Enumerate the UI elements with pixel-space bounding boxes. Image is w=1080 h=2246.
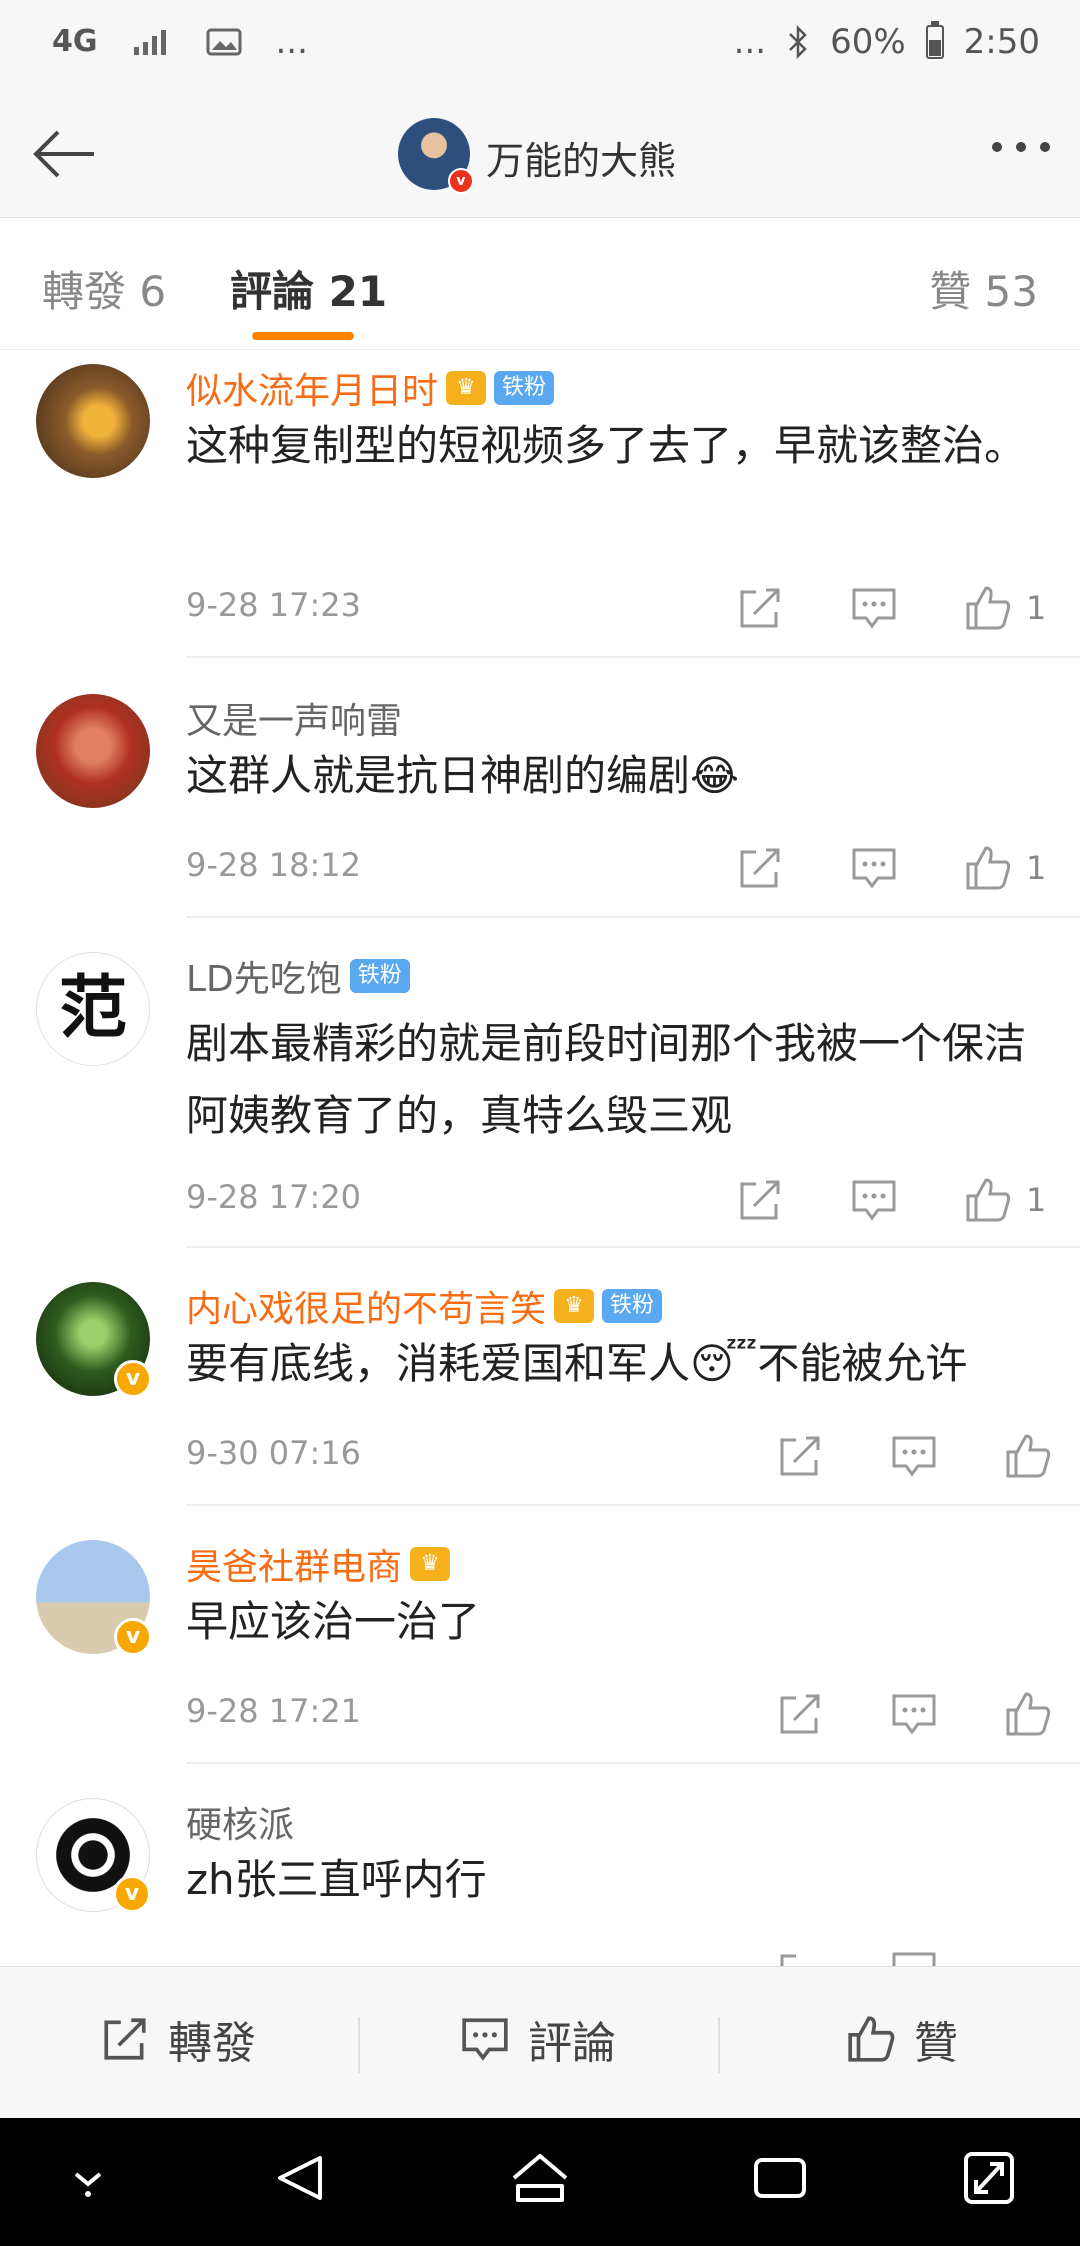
image-icon <box>206 28 241 56</box>
commenter-name[interactable]: 昊爸社群电商 <box>186 1538 402 1590</box>
like-count: 1 <box>1026 849 1047 887</box>
comment-time: 9-30 07:16 <box>186 1434 362 1472</box>
comment-text: 早应该治一治了 <box>186 1597 481 1646</box>
like-icon[interactable] <box>1004 1432 1052 1480</box>
like-count: 1 <box>1026 589 1047 627</box>
hide-keyboard-icon[interactable] <box>64 2148 112 2208</box>
repost-icon[interactable] <box>736 844 784 892</box>
comment-divider <box>186 1246 1080 1248</box>
crown-icon: ♛ <box>446 371 487 405</box>
commenter-avatar[interactable] <box>36 694 150 808</box>
repost-icon[interactable] <box>736 1176 784 1224</box>
like-button[interactable]: 贊 <box>846 2007 958 2071</box>
like-icon[interactable] <box>1004 1690 1052 1738</box>
repost-icon[interactable] <box>776 1432 824 1480</box>
comment-time: 9-28 17:20 <box>186 1178 362 1216</box>
like-icon[interactable] <box>964 844 1012 892</box>
status-overflow: ... <box>275 22 308 62</box>
like-label: 贊 <box>914 2018 958 2069</box>
more-options-icon[interactable] <box>992 142 1050 152</box>
author-avatar[interactable]: v <box>398 118 474 194</box>
like-icon[interactable] <box>964 1176 1012 1224</box>
bottom-action-bar: 轉發 評論 贊 <box>0 1966 1080 2118</box>
detail-tabs: 轉發 6 評論 21 贊 53 <box>0 218 1080 350</box>
repost-icon <box>104 2018 146 2060</box>
tab-likes[interactable]: 贊 53 <box>929 258 1038 319</box>
comment-time: 9-28 18:12 <box>186 846 362 884</box>
battery-icon <box>925 21 944 59</box>
commenter-name[interactable]: LD先吃饱 <box>186 950 342 1002</box>
back-nav-icon[interactable] <box>272 2148 328 2208</box>
like-icon <box>848 2016 895 2062</box>
status-bar: 4G ... ... 60% 2:50 <box>0 0 1080 90</box>
like-count: 1 <box>1026 1181 1047 1219</box>
commenter-name[interactable]: 似水流年月日时 <box>186 362 438 414</box>
comment-icon[interactable] <box>850 584 898 632</box>
commenter-avatar[interactable]: v <box>36 1282 152 1398</box>
comment-text: 要有底线，消耗爱国和军人😴不能被允许 <box>186 1339 968 1388</box>
verified-badge: v <box>448 168 474 194</box>
recents-nav-icon[interactable] <box>750 2148 810 2208</box>
verified-badge-icon: v <box>114 1360 152 1398</box>
comment-item: v 硬核派 zh张三直呼内行 <box>0 1762 1080 1966</box>
avatar-glyph: 范 <box>58 969 127 1048</box>
comment-label: 評論 <box>528 2018 616 2069</box>
commenter-avatar[interactable]: v <box>36 1798 151 1913</box>
comment-icon[interactable] <box>850 1176 898 1224</box>
fan-badge: 铁粉 <box>349 959 410 993</box>
network-indicator: 4G <box>52 24 98 59</box>
comment-text: 这种复制型的短视频多了去了，早就该整治。 <box>186 421 1027 470</box>
fan-badge: 铁粉 <box>494 371 555 405</box>
comment-icon[interactable] <box>890 1690 938 1738</box>
repost-button[interactable]: 轉發 <box>100 2007 256 2071</box>
repost-icon[interactable] <box>736 584 784 632</box>
top-nav-bar: v 万能的大熊 <box>0 90 1080 218</box>
bottom-bar-separator <box>358 2017 360 2073</box>
verified-badge-icon: v <box>114 1618 152 1656</box>
comment-divider <box>186 916 1080 918</box>
like-icon[interactable] <box>1004 1948 1052 1966</box>
repost-icon[interactable] <box>776 1948 824 1966</box>
comment-divider <box>186 656 1080 658</box>
crown-icon: ♛ <box>554 1289 595 1323</box>
expand-icon[interactable] <box>962 2148 1016 2208</box>
commenter-avatar[interactable]: 范 <box>36 952 150 1066</box>
commenter-name[interactable]: 内心戏很足的不苟言笑 <box>186 1280 546 1332</box>
repost-label: 轉發 <box>168 2018 256 2069</box>
comment-icon[interactable] <box>890 1432 938 1480</box>
repost-icon[interactable] <box>776 1690 824 1738</box>
fan-badge: 铁粉 <box>602 1289 663 1323</box>
signal-icon <box>133 30 166 55</box>
commenter-avatar[interactable] <box>36 364 150 478</box>
active-tab-indicator <box>252 332 354 340</box>
comment-button[interactable]: 評論 <box>460 2007 616 2071</box>
comment-icon[interactable] <box>890 1948 938 1966</box>
battery-percent: 60% <box>830 22 906 62</box>
bluetooth-icon <box>789 25 807 59</box>
comment-time: 9-28 17:21 <box>186 1692 362 1730</box>
comment-icon[interactable] <box>850 844 898 892</box>
comment-divider <box>186 1504 1080 1506</box>
clock: 2:50 <box>963 22 1040 62</box>
comment-text: 剧本最精彩的就是前段时间那个我被一个保洁阿姨教育了的，真特么毁三观 <box>186 1019 1027 1140</box>
comment-text: 这群人就是抗日神剧的编剧😂 <box>186 751 740 800</box>
comment-icon <box>462 2018 508 2061</box>
commenter-name[interactable]: 又是一声响雷 <box>186 692 402 744</box>
system-navigation-bar <box>0 2118 1080 2246</box>
like-icon[interactable] <box>964 584 1012 632</box>
status-overflow-right: ... <box>733 22 767 62</box>
commenter-name[interactable]: 硬核派 <box>186 1796 294 1848</box>
home-nav-icon[interactable] <box>508 2148 572 2208</box>
tab-reposts[interactable]: 轉發 6 <box>42 258 166 319</box>
comment-time: 9-28 17:23 <box>186 586 362 624</box>
crown-icon: ♛ <box>410 1547 451 1581</box>
back-arrow-icon[interactable] <box>28 118 100 190</box>
page-title[interactable]: 万能的大熊 <box>486 130 676 185</box>
commenter-avatar[interactable]: v <box>36 1540 152 1656</box>
bottom-bar-separator <box>718 2017 720 2073</box>
comment-text: zh张三直呼内行 <box>186 1855 487 1904</box>
verified-badge-icon: v <box>113 1875 151 1913</box>
